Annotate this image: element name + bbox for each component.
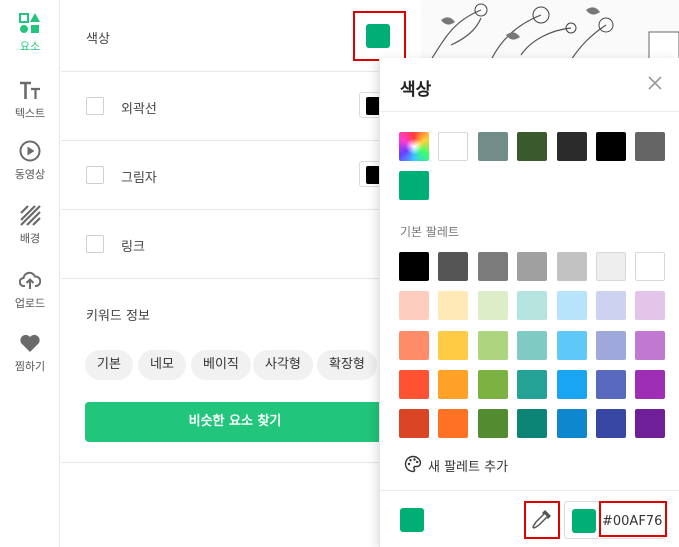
palette-color-swatch[interactable] — [399, 291, 429, 320]
recent-color-swatch[interactable] — [557, 132, 587, 161]
palette-color-swatch[interactable] — [557, 331, 587, 360]
recent-color-swatch[interactable] — [438, 132, 468, 161]
palette-color-swatch[interactable] — [438, 252, 468, 281]
nav-item-video[interactable]: 동영상 — [0, 128, 60, 188]
palette-color-swatch[interactable] — [596, 370, 626, 399]
background-icon — [20, 205, 41, 226]
palette-color-swatch[interactable] — [635, 331, 665, 360]
palette-color-swatch[interactable] — [517, 409, 547, 438]
palette-color-swatch[interactable] — [438, 331, 468, 360]
palette-color-swatch[interactable] — [517, 291, 547, 320]
palette-color-swatch[interactable] — [478, 291, 508, 320]
nav-item-favorites[interactable]: 찜하기 — [0, 320, 60, 380]
upload-icon — [19, 271, 41, 289]
properties-panel: 색상 외곽선 그림자 링크 키워드 정보 기본 네모 베이직 사각형 확장형 비… — [61, 0, 421, 547]
palette-color-swatch[interactable] — [438, 291, 468, 320]
nav-label: 업로드 — [14, 297, 46, 310]
recent-color-swatch[interactable] — [399, 171, 429, 200]
palette-color-swatch[interactable] — [399, 331, 429, 360]
palette-color-swatch[interactable] — [517, 252, 547, 281]
palette-color-swatch[interactable] — [438, 409, 468, 438]
canvas-floral-image — [421, 0, 679, 60]
floral-illustration — [430, 3, 679, 60]
divider — [61, 462, 421, 463]
palette-color-swatch[interactable] — [557, 370, 587, 399]
palette-color-swatch[interactable] — [635, 291, 665, 320]
keyword-tag[interactable]: 기본 — [85, 350, 133, 380]
palette-color-swatch[interactable] — [635, 409, 665, 438]
palette-title: 기본 팔레트 — [400, 225, 460, 239]
palette-color-swatch[interactable] — [478, 331, 508, 360]
nav-label: 텍스트 — [14, 107, 46, 120]
link-row: 링크 — [61, 210, 421, 279]
palette-color-swatch[interactable] — [596, 252, 626, 281]
elements-icon — [19, 13, 40, 33]
nav-label: 배경 — [19, 232, 41, 245]
outline-color-button[interactable] — [359, 92, 386, 118]
find-similar-button[interactable]: 비슷한 요소 찾기 — [85, 402, 385, 442]
nav-label: 동영상 — [14, 168, 46, 181]
keyword-tag[interactable]: 네모 — [138, 350, 186, 380]
palette-color-swatch[interactable] — [596, 291, 626, 320]
outline-checkbox[interactable] — [86, 97, 104, 115]
palette-icon — [404, 455, 422, 473]
nav-item-background[interactable]: 배경 — [0, 192, 60, 252]
shadow-color-button[interactable] — [359, 161, 386, 187]
current-color-swatch — [400, 508, 424, 532]
shadow-checkbox[interactable] — [86, 166, 104, 184]
link-label: 링크 — [121, 240, 145, 255]
video-icon — [19, 140, 41, 162]
palette-color-swatch[interactable] — [399, 370, 429, 399]
close-icon[interactable] — [647, 75, 663, 91]
recent-color-swatch[interactable] — [517, 132, 547, 161]
custom-color-picker[interactable] — [399, 132, 429, 161]
keyword-tag[interactable]: 베이직 — [191, 350, 251, 380]
keyword-title: 키워드 정보 — [86, 309, 150, 324]
recent-color-swatch[interactable] — [596, 132, 626, 161]
keyword-tag[interactable]: 사각형 — [253, 350, 313, 380]
palette-color-swatch[interactable] — [478, 370, 508, 399]
nav-label: 요소 — [19, 40, 41, 53]
palette-color-swatch[interactable] — [557, 291, 587, 320]
palette-color-swatch[interactable] — [517, 331, 547, 360]
color-picker-popover: 색상 기본 팔레트 새 팔레트 추가 — [379, 58, 679, 547]
palette-color-swatch[interactable] — [635, 370, 665, 399]
popover-divider — [380, 111, 679, 112]
popover-divider — [380, 490, 679, 491]
color-label: 색상 — [86, 32, 110, 47]
palette-color-swatch[interactable] — [596, 409, 626, 438]
add-palette-label: 새 팔레트 추가 — [428, 460, 509, 475]
nav-item-upload[interactable]: 업로드 — [0, 257, 60, 317]
hex-preview-swatch — [572, 509, 596, 533]
palette-color-swatch[interactable] — [557, 252, 587, 281]
color-row: 색상 — [61, 0, 421, 72]
heart-icon — [20, 334, 40, 352]
nav-item-text[interactable]: 텍스트 — [0, 67, 60, 127]
nav-label: 찜하기 — [14, 360, 46, 373]
highlight-box — [524, 501, 560, 539]
shadow-label: 그림자 — [121, 171, 157, 186]
highlight-box — [353, 11, 406, 61]
palette-color-swatch[interactable] — [635, 252, 665, 281]
nav-item-elements[interactable]: 요소 — [0, 0, 60, 60]
palette-color-swatch[interactable] — [399, 252, 429, 281]
palette-color-swatch[interactable] — [517, 370, 547, 399]
recent-color-swatch[interactable] — [635, 132, 665, 161]
shadow-row: 그림자 — [61, 141, 421, 210]
popover-title: 색상 — [400, 80, 432, 100]
left-nav: 요소 텍스트 동영상 배경 업로드 찜하기 — [0, 0, 60, 547]
palette-color-swatch[interactable] — [557, 409, 587, 438]
palette-color-swatch[interactable] — [478, 409, 508, 438]
keyword-tag[interactable]: 확장형 — [317, 350, 377, 380]
palette-color-swatch[interactable] — [438, 370, 468, 399]
palette-color-swatch[interactable] — [478, 252, 508, 281]
palette-color-swatch[interactable] — [596, 331, 626, 360]
palette-color-swatch[interactable] — [399, 409, 429, 438]
text-icon — [20, 81, 40, 99]
outline-row: 외곽선 — [61, 72, 421, 141]
recent-color-swatch[interactable] — [478, 132, 508, 161]
link-checkbox[interactable] — [86, 235, 104, 253]
highlight-box — [599, 501, 667, 537]
outline-label: 외곽선 — [121, 102, 157, 117]
